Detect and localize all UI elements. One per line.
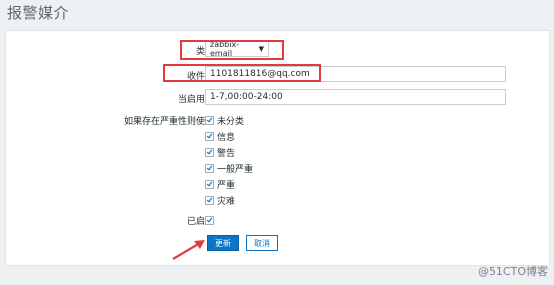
recipient-row: 收件人 1101811816@qq.com <box>0 65 554 85</box>
severity-option-label: 灾难 <box>217 196 236 207</box>
severity-option[interactable]: 灾难 <box>205 193 235 207</box>
page-title: 报警媒介 <box>7 4 70 22</box>
annotation-arrow-icon <box>172 240 205 260</box>
checkbox[interactable] <box>205 195 214 205</box>
enabled-row: 已启用 <box>0 210 554 230</box>
enabled-checkbox[interactable] <box>205 215 214 225</box>
check-icon <box>206 217 213 223</box>
severity-option[interactable]: 一般严重 <box>205 161 253 175</box>
type-select[interactable]: zabbix-email ▼ <box>205 40 269 58</box>
severity-option[interactable]: 警告 <box>205 145 235 159</box>
check-icon <box>206 149 213 155</box>
watermark: @51CTO博客 <box>477 265 548 278</box>
check-icon <box>206 133 213 139</box>
checkbox[interactable] <box>205 163 214 173</box>
severity-option[interactable]: 信息 <box>205 129 235 143</box>
severity-option-label: 严重 <box>217 180 236 191</box>
checkbox[interactable] <box>205 147 214 157</box>
check-icon <box>206 197 213 203</box>
check-icon <box>206 181 213 187</box>
cancel-button[interactable]: 取消 <box>246 235 278 251</box>
severity-option-label: 信息 <box>217 132 236 143</box>
check-icon <box>206 165 213 171</box>
update-button[interactable]: 更新 <box>207 235 239 251</box>
active-time-input[interactable]: 1-7,00:00-24:00 <box>205 89 506 105</box>
enabled-field <box>205 210 217 230</box>
active-time-row: 当启用时 1-7,00:00-24:00 <box>0 88 554 108</box>
checkbox[interactable] <box>205 179 214 189</box>
severity-label: 如果存在严重性则使用 <box>123 116 214 127</box>
type-row: 类型 zabbix-email ▼ <box>0 40 554 60</box>
check-icon <box>206 117 213 123</box>
checkbox[interactable] <box>205 131 214 141</box>
checkbox[interactable] <box>205 115 214 125</box>
type-value: zabbix-email <box>210 40 240 58</box>
severity-option[interactable]: 严重 <box>205 177 235 191</box>
severity-option-label: 一般严重 <box>217 164 254 175</box>
severity-option-label: 未分类 <box>217 116 245 127</box>
severity-row: 如果存在严重性则使用 <box>0 110 554 130</box>
severity-option-label: 警告 <box>217 148 236 159</box>
recipient-input[interactable]: 1101811816@qq.com <box>205 66 506 82</box>
severity-option[interactable]: 未分类 <box>205 113 244 127</box>
dropdown-arrow-icon: ▼ <box>258 45 264 53</box>
